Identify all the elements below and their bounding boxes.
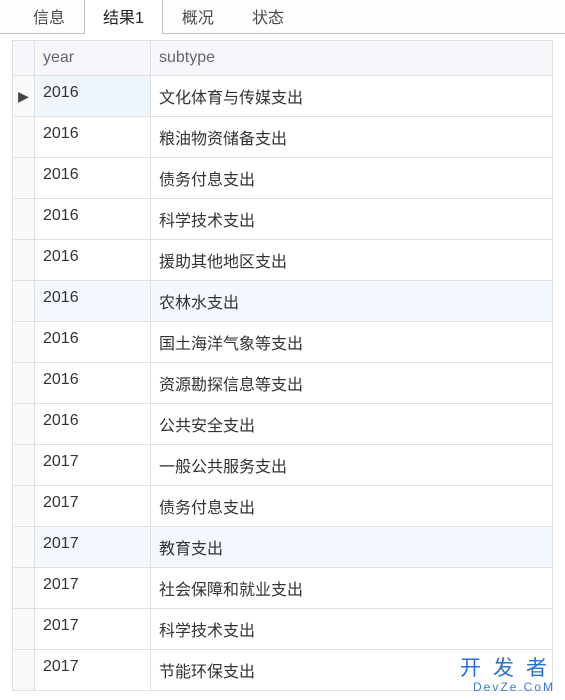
tab-bar: 信息 结果1 概况 状态 <box>0 0 565 34</box>
row-indicator <box>13 199 35 239</box>
row-indicator <box>13 486 35 526</box>
table-row[interactable]: 2016 农林水支出 <box>13 281 553 322</box>
column-header-year[interactable]: year <box>35 41 151 75</box>
row-indicator-header <box>13 41 35 75</box>
cell-year[interactable]: 2017 <box>35 527 151 567</box>
cell-subtype[interactable]: 文化体育与传媒支出 <box>151 76 553 116</box>
table-row[interactable]: 2016 债务付息支出 <box>13 158 553 199</box>
cell-subtype[interactable]: 债务付息支出 <box>151 486 553 526</box>
table-row[interactable]: 2017 科学技术支出 <box>13 609 553 650</box>
cell-year[interactable]: 2016 <box>35 404 151 444</box>
table-row[interactable]: 2016 粮油物资储备支出 <box>13 117 553 158</box>
cell-subtype[interactable]: 债务付息支出 <box>151 158 553 198</box>
cell-year[interactable]: 2017 <box>35 650 151 690</box>
cell-year[interactable]: 2016 <box>35 76 151 116</box>
row-indicator <box>13 117 35 157</box>
table-row[interactable]: 2016 援助其他地区支出 <box>13 240 553 281</box>
row-indicator <box>13 527 35 567</box>
cell-subtype[interactable]: 资源勘探信息等支出 <box>151 363 553 403</box>
row-indicator <box>13 158 35 198</box>
cell-year[interactable]: 2016 <box>35 117 151 157</box>
cell-year[interactable]: 2016 <box>35 240 151 280</box>
tab-result1[interactable]: 结果1 <box>84 0 163 34</box>
cell-subtype[interactable]: 教育支出 <box>151 527 553 567</box>
cell-subtype[interactable]: 科学技术支出 <box>151 609 553 649</box>
table-row[interactable]: 2017 债务付息支出 <box>13 486 553 527</box>
grid-header-row: year subtype <box>13 41 553 76</box>
cell-subtype[interactable]: 援助其他地区支出 <box>151 240 553 280</box>
cell-year[interactable]: 2016 <box>35 158 151 198</box>
tab-overview[interactable]: 概况 <box>163 0 233 34</box>
cell-year[interactable]: 2016 <box>35 363 151 403</box>
cell-year[interactable]: 2017 <box>35 445 151 485</box>
table-row[interactable]: 2016 国土海洋气象等支出 <box>13 322 553 363</box>
cell-year[interactable]: 2016 <box>35 322 151 362</box>
cell-subtype[interactable]: 农林水支出 <box>151 281 553 321</box>
cell-subtype[interactable]: 节能环保支出 <box>151 650 553 690</box>
cell-year[interactable]: 2016 <box>35 199 151 239</box>
column-header-subtype[interactable]: subtype <box>151 41 553 75</box>
cell-year[interactable]: 2017 <box>35 609 151 649</box>
cell-subtype[interactable]: 国土海洋气象等支出 <box>151 322 553 362</box>
tab-status[interactable]: 状态 <box>233 0 303 34</box>
row-indicator <box>13 404 35 444</box>
row-indicator <box>13 240 35 280</box>
row-indicator <box>13 650 35 690</box>
result-grid: year subtype ▶ 2016 文化体育与传媒支出 2016 粮油物资储… <box>12 40 553 691</box>
row-indicator <box>13 568 35 608</box>
cell-year[interactable]: 2016 <box>35 281 151 321</box>
row-indicator <box>13 322 35 362</box>
table-row[interactable]: 2017 节能环保支出 <box>13 650 553 691</box>
table-row[interactable]: 2017 一般公共服务支出 <box>13 445 553 486</box>
cell-subtype[interactable]: 公共安全支出 <box>151 404 553 444</box>
cell-subtype[interactable]: 一般公共服务支出 <box>151 445 553 485</box>
cell-subtype[interactable]: 科学技术支出 <box>151 199 553 239</box>
table-row[interactable]: 2016 科学技术支出 <box>13 199 553 240</box>
table-row[interactable]: 2017 教育支出 <box>13 527 553 568</box>
cell-year[interactable]: 2017 <box>35 486 151 526</box>
row-indicator <box>13 363 35 403</box>
current-row-indicator-icon: ▶ <box>13 76 35 116</box>
row-indicator <box>13 281 35 321</box>
table-row[interactable]: 2016 公共安全支出 <box>13 404 553 445</box>
cell-year[interactable]: 2017 <box>35 568 151 608</box>
cell-subtype[interactable]: 社会保障和就业支出 <box>151 568 553 608</box>
table-row[interactable]: 2016 资源勘探信息等支出 <box>13 363 553 404</box>
tab-info[interactable]: 信息 <box>14 0 84 34</box>
cell-subtype[interactable]: 粮油物资储备支出 <box>151 117 553 157</box>
table-row[interactable]: 2017 社会保障和就业支出 <box>13 568 553 609</box>
row-indicator <box>13 445 35 485</box>
row-indicator <box>13 609 35 649</box>
table-row[interactable]: ▶ 2016 文化体育与传媒支出 <box>13 76 553 117</box>
